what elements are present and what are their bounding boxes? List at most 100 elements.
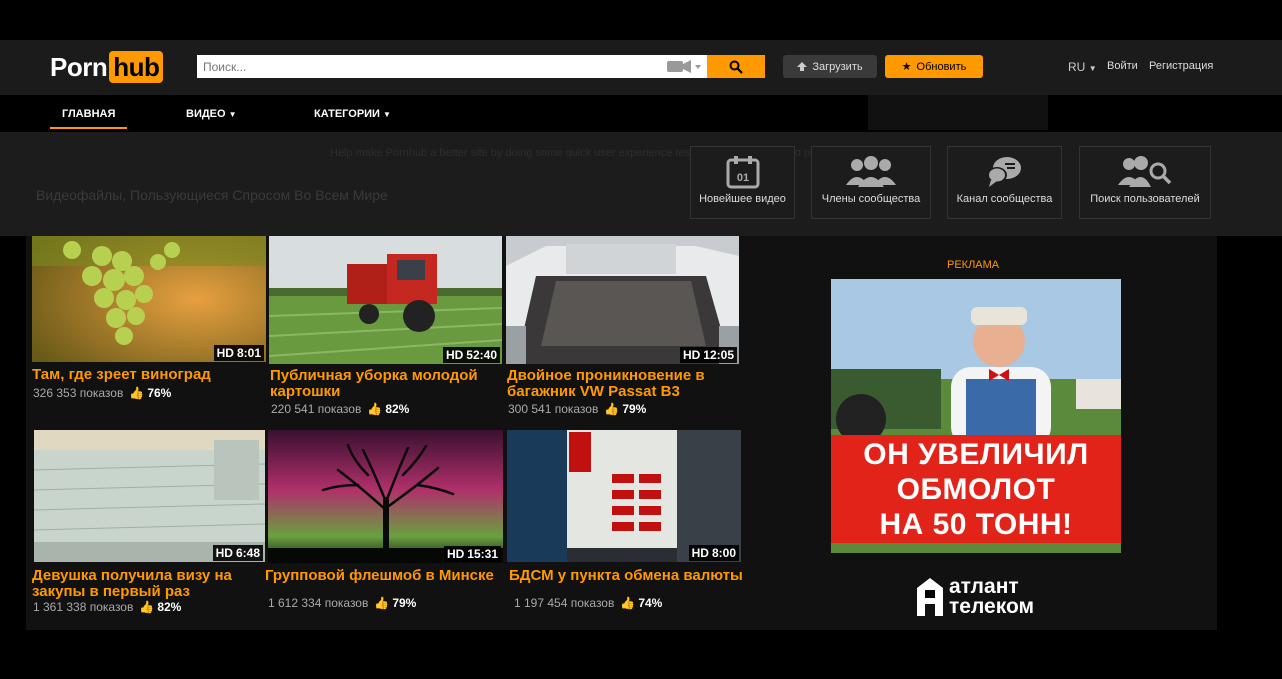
video-thumbnail[interactable]: HD 8:00 bbox=[507, 430, 741, 562]
rating: 👍 79% bbox=[374, 596, 416, 610]
video-meta: 326 353 показов 👍 76% bbox=[33, 386, 171, 400]
video-title[interactable]: Двойное проникновение в багажник VW Pass… bbox=[507, 368, 741, 400]
tractor-image bbox=[269, 236, 502, 364]
duration-text: 12:05 bbox=[703, 348, 734, 362]
duration-badge: HD 52:40 bbox=[442, 347, 500, 363]
active-nav-indicator bbox=[50, 127, 127, 129]
video-title[interactable]: Групповой флешмоб в Минске bbox=[265, 568, 510, 584]
premium-label: Обновить bbox=[916, 60, 967, 73]
aurora-tree-image bbox=[268, 430, 503, 563]
duration-text: 8:00 bbox=[711, 546, 736, 560]
tile-label: Поиск пользователей bbox=[1090, 193, 1200, 205]
thumbs-up-icon: 👍 bbox=[374, 596, 390, 610]
duration-badge: HD 12:05 bbox=[679, 347, 737, 363]
rating: 👍 74% bbox=[620, 596, 662, 610]
exchange-board-image bbox=[507, 430, 741, 562]
register-link[interactable]: Регистрация bbox=[1149, 60, 1213, 72]
advertiser-name-line2: телеком bbox=[949, 595, 1035, 618]
video-meta: 1 197 454 показов 👍 74% bbox=[514, 596, 662, 610]
tile-newest-video[interactable]: 01 Новейшее видео bbox=[690, 146, 795, 219]
rating: 👍 76% bbox=[129, 386, 171, 400]
premium-button[interactable]: ★ Обновить bbox=[885, 55, 983, 78]
nav-item-home[interactable]: ГЛАВНАЯ bbox=[62, 108, 115, 120]
tile-community-members[interactable]: Члены сообщества bbox=[811, 146, 931, 219]
video-meta: 1 361 338 показов 👍 82% bbox=[33, 600, 181, 614]
logo-text-part2: hub bbox=[109, 51, 164, 83]
rating: 👍 82% bbox=[139, 600, 181, 614]
rating-value: 76% bbox=[147, 386, 172, 400]
calendar-icon-text: 01 bbox=[736, 172, 748, 184]
search-input[interactable] bbox=[197, 55, 669, 78]
advertiser-logo[interactable]: атлант телеком bbox=[917, 575, 1035, 618]
video-thumbnail[interactable]: HD 15:31 bbox=[268, 430, 503, 563]
language-selector[interactable]: RU ▼ bbox=[1068, 60, 1097, 74]
visa-image bbox=[34, 430, 265, 562]
login-link[interactable]: Войти bbox=[1107, 60, 1138, 72]
thumbs-up-icon: 👍 bbox=[367, 402, 383, 416]
search-button[interactable] bbox=[707, 55, 765, 78]
hd-badge: HD bbox=[216, 346, 234, 360]
ad-headline: ОН УВЕЛИЧИЛ ОБМОЛОТ НА 50 ТОНН! bbox=[831, 435, 1121, 543]
hd-badge: HD bbox=[445, 348, 464, 362]
video-title[interactable]: Публичная уборка молодой картошки bbox=[270, 368, 504, 400]
thumbs-up-icon: 👍 bbox=[129, 386, 145, 400]
tile-label: Члены сообщества bbox=[821, 193, 921, 205]
feed-icon bbox=[986, 157, 1021, 187]
nav-item-categories[interactable]: КАТЕГОРИИ ▼ bbox=[314, 108, 391, 120]
view-count: 1 361 338 показов bbox=[33, 600, 134, 614]
site-logo[interactable]: Porn hub bbox=[50, 50, 164, 84]
video-meta: 220 541 показов 👍 82% bbox=[271, 402, 409, 416]
nav-item-video[interactable]: ВИДЕО ▼ bbox=[186, 108, 237, 120]
view-count: 1 612 334 показов bbox=[268, 596, 369, 610]
ad-label: РЕКЛАМА bbox=[947, 259, 1000, 271]
redaction-bar bbox=[868, 95, 1048, 130]
chevron-down-icon: ▼ bbox=[383, 110, 391, 119]
thumbs-up-icon: 👍 bbox=[620, 596, 636, 610]
duration-badge: HD 6:48 bbox=[212, 545, 263, 561]
user-search-icon bbox=[1118, 156, 1172, 187]
rating-value: 79% bbox=[392, 596, 417, 610]
calendar-icon: 01 bbox=[726, 156, 759, 189]
hd-badge: HD bbox=[446, 547, 465, 561]
video-title[interactable]: Там, где зреет виноград bbox=[32, 367, 266, 383]
video-meta: 1 612 334 показов 👍 79% bbox=[268, 596, 416, 610]
video-thumbnail[interactable]: HD 52:40 bbox=[269, 236, 502, 364]
search-box bbox=[197, 55, 765, 78]
tile-user-search[interactable]: Поиск пользователей bbox=[1079, 146, 1211, 219]
ad-banner[interactable]: ОН УВЕЛИЧИЛ ОБМОЛОТ НА 50 ТОНН! bbox=[831, 279, 1121, 553]
nav-item-categories-label: КАТЕГОРИИ bbox=[314, 108, 380, 120]
atlant-logo-icon bbox=[917, 578, 943, 616]
duration-badge: HD 8:00 bbox=[688, 545, 739, 561]
upload-label: Загрузить bbox=[812, 60, 863, 73]
rating-value: 82% bbox=[385, 402, 410, 416]
rating-value: 82% bbox=[157, 600, 182, 614]
video-camera-icon[interactable] bbox=[667, 59, 703, 74]
view-count: 326 353 показов bbox=[33, 386, 124, 400]
rating: 👍 79% bbox=[604, 402, 646, 416]
community-icon bbox=[846, 156, 896, 187]
hd-badge: HD bbox=[215, 546, 233, 560]
video-thumbnail[interactable]: HD 6:48 bbox=[34, 430, 265, 562]
video-title[interactable]: БДСМ у пункта обмена валюты bbox=[509, 568, 754, 584]
rating-value: 79% bbox=[622, 402, 647, 416]
video-thumbnail[interactable]: HD 8:01 bbox=[32, 236, 266, 362]
tile-community-feed[interactable]: Канал сообщества bbox=[947, 146, 1062, 219]
advertiser-name: атлант телеком bbox=[949, 575, 1035, 618]
video-title[interactable]: Девушка получила визу на закупы в первый… bbox=[32, 568, 266, 600]
duration-text: 8:01 bbox=[236, 346, 261, 360]
video-thumbnail[interactable]: HD 12:05 bbox=[506, 236, 739, 364]
video-meta: 300 541 показов 👍 79% bbox=[508, 402, 646, 416]
language-code: RU bbox=[1068, 60, 1086, 74]
ad-headline-line1: ОН УВЕЛИЧИЛ bbox=[863, 437, 1089, 471]
nav-item-video-label: ВИДЕО bbox=[186, 108, 226, 120]
ad-headline-line3: НА 50 ТОНН! bbox=[879, 507, 1073, 541]
advertiser-name-line1: атлант bbox=[949, 575, 1019, 598]
view-count: 300 541 показов bbox=[508, 402, 599, 416]
view-count: 220 541 показов bbox=[271, 402, 362, 416]
upload-button[interactable]: Загрузить bbox=[783, 55, 877, 78]
thumbs-up-icon: 👍 bbox=[604, 402, 620, 416]
car-trunk-image bbox=[506, 236, 739, 364]
rating-value: 74% bbox=[638, 596, 663, 610]
chevron-down-icon: ▼ bbox=[1088, 64, 1097, 73]
ad-headline-line2: ОБМОЛОТ bbox=[896, 472, 1056, 506]
